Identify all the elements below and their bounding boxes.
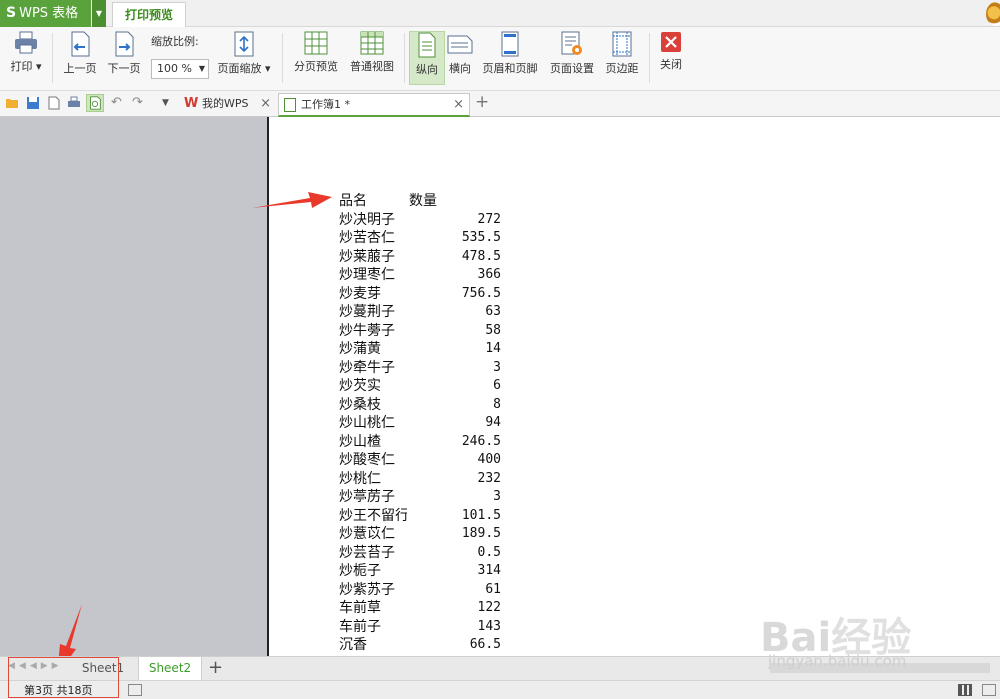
baidu-watermark-url: jingyan.baidu.com <box>768 652 907 670</box>
normal-view-status-icon[interactable] <box>958 684 972 696</box>
sheet-tab-2[interactable]: Sheet2 <box>138 657 202 680</box>
add-sheet-icon[interactable]: + <box>208 657 223 679</box>
sheet-layout-icon[interactable] <box>128 684 142 696</box>
annotation-arrows <box>57 192 332 676</box>
page-info-highlight-box <box>8 657 119 698</box>
status-bar: 第3页 共18页 <box>0 680 1000 699</box>
arrow-pointing-header <box>252 192 332 208</box>
page-view-status-icon[interactable] <box>982 684 996 696</box>
